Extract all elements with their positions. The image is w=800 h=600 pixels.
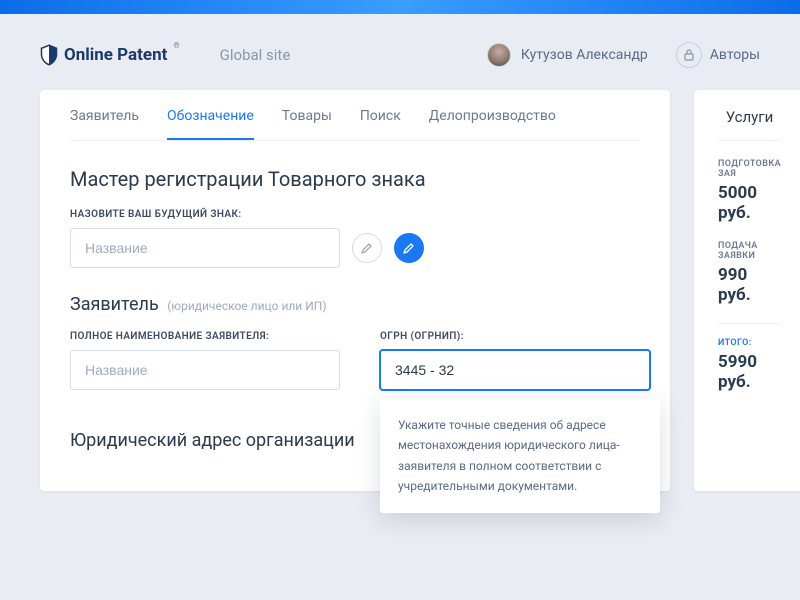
- edit-button[interactable]: [352, 233, 382, 263]
- applicant-subtitle: (юридическое лицо или ИП): [167, 299, 326, 313]
- lock-icon: [676, 42, 702, 68]
- user-name: Кутузов Александр: [521, 47, 648, 63]
- service-item-filing: ПОДАЧА ЗАЯВКИ 990 руб.: [718, 241, 781, 305]
- tab-designation[interactable]: Обозначение: [167, 108, 254, 140]
- service-item-prep: ПОДГОТОВКА ЗАЯ 5000 руб.: [718, 159, 781, 223]
- total-price: 5990 руб.: [718, 352, 781, 392]
- pencil-icon: [403, 242, 415, 254]
- authors-label: Авторы: [710, 47, 760, 63]
- applicant-section-title: Заявитель (юридическое лицо или ИП): [70, 294, 640, 315]
- tab-proceedings[interactable]: Делопроизводство: [429, 108, 556, 140]
- service-price: 990 руб.: [718, 265, 781, 305]
- tab-search[interactable]: Поиск: [360, 108, 401, 140]
- logo[interactable]: Online Patent ®: [40, 44, 180, 66]
- pencil-icon: [361, 242, 373, 254]
- service-label: ПОДГОТОВКА ЗАЯ: [718, 159, 781, 179]
- global-site-link[interactable]: Global site: [220, 46, 291, 64]
- services-title: Услуги: [718, 108, 781, 141]
- registered-mark: ®: [173, 41, 179, 50]
- page-title: Мастер регистрации Товарного знака: [70, 167, 640, 191]
- total-label: ИТОГО:: [718, 338, 781, 348]
- shield-icon: [40, 44, 58, 66]
- top-accent-stripe: [0, 0, 800, 14]
- tabs: Заявитель Обозначение Товары Поиск Делоп…: [70, 90, 640, 141]
- brand-name: Online Patent: [64, 45, 167, 65]
- main-card: Заявитель Обозначение Товары Поиск Делоп…: [40, 90, 670, 491]
- tab-goods[interactable]: Товары: [282, 108, 332, 140]
- authors-link[interactable]: Авторы: [676, 42, 760, 68]
- ogrn-tooltip: Укажите точные сведения об адресе местон…: [380, 399, 660, 513]
- sign-name-label: НАЗОВИТЕ ВАШ БУДУЩИЙ ЗНАК:: [70, 209, 640, 220]
- services-card: Услуги ПОДГОТОВКА ЗАЯ 5000 руб. ПОДАЧА З…: [694, 90, 800, 491]
- service-total: ИТОГО: 5990 руб.: [718, 338, 781, 392]
- service-price: 5000 руб.: [718, 183, 781, 223]
- full-name-label: ПОЛНОЕ НАИМЕНОВАНИЕ ЗАЯВИТЕЛЯ:: [70, 331, 340, 342]
- applicant-title-text: Заявитель: [70, 294, 159, 315]
- ogrn-label: ОГРН (ОГРНИП):: [380, 331, 650, 342]
- service-label: ПОДАЧА ЗАЯВКИ: [718, 241, 781, 261]
- header: Online Patent ® Global site Кутузов Алек…: [0, 14, 800, 90]
- edit-active-button[interactable]: [394, 233, 424, 263]
- ogrn-input[interactable]: [380, 350, 650, 390]
- sign-name-input[interactable]: [70, 228, 340, 268]
- divider: [718, 323, 781, 324]
- full-name-input[interactable]: [70, 350, 340, 390]
- tab-applicant[interactable]: Заявитель: [70, 108, 139, 140]
- avatar: [487, 43, 511, 67]
- user-menu[interactable]: Кутузов Александр: [487, 43, 648, 67]
